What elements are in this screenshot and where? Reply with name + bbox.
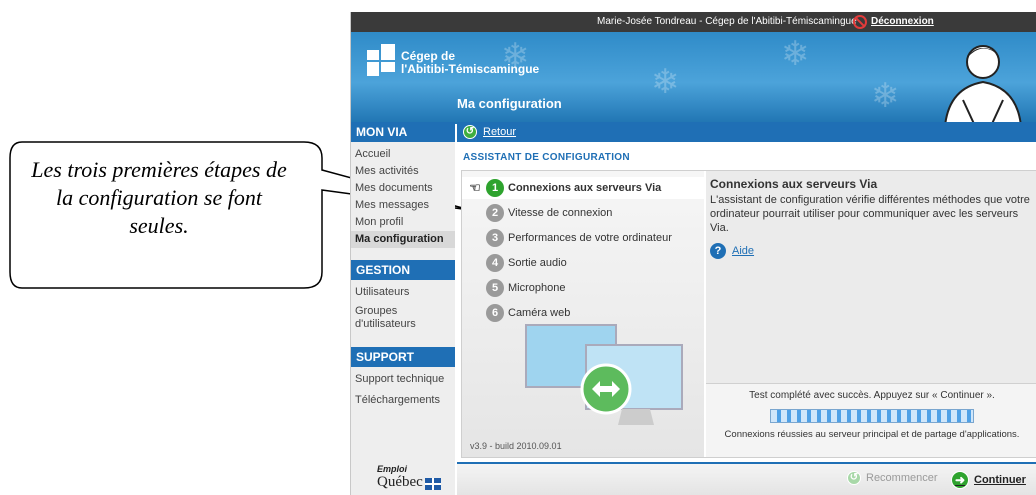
snowflake-icon: ❄ [871,77,900,115]
step-1[interactable]: ☜ 1 Connexions aux serveurs Via [462,177,704,199]
sidebar-item-utilisateurs[interactable]: Utilisateurs [351,284,455,301]
sidebar-item-telechargements[interactable]: Téléchargements [351,392,455,409]
via-app: Marie-Josée Tondreau - Cégep de l'Abitib… [350,12,1036,495]
sidebar-header-gestion: GESTION [351,260,455,280]
back-link[interactable]: Retour [483,122,516,142]
section-title: ASSISTANT DE CONFIGURATION [463,152,630,163]
logout-link[interactable]: Déconnexion [853,12,934,32]
logout-label: Déconnexion [871,16,934,27]
top-bar: Marie-Josée Tondreau - Cégep de l'Abitib… [351,12,1036,32]
step-2[interactable]: 2 Vitesse de connexion [486,202,612,224]
sidebar-item-groupes[interactable]: Groupes [351,305,455,318]
sidebar-item-mon-profil[interactable]: Mon profil [351,214,455,231]
step-label: Connexions aux serveurs Via [508,182,662,194]
sidebar-item-mes-activites[interactable]: Mes activités [351,163,455,180]
configuration-wizard: ☜ 1 Connexions aux serveurs Via 2 Vitess… [461,170,1036,458]
info-description: L'assistant de configuration vérifie dif… [710,194,1030,234]
step-number: 2 [486,204,504,222]
snowflake-icon: ❄ [651,63,680,101]
sidebar-item-mes-documents[interactable]: Mes documents [351,180,455,197]
continue-arrow-icon: ➜ [951,471,969,489]
help-icon: ? [710,243,726,259]
sidebar-item-groupes-line2[interactable]: d'utilisateurs [351,318,455,331]
wizard-steps: ☜ 1 Connexions aux serveurs Via 2 Vitess… [462,171,704,457]
monitors-illustration [525,324,683,425]
progress-bar [770,409,974,423]
step-number: 4 [486,254,504,272]
sidebar: MON VIA Accueil Mes activités Mes docume… [351,122,455,495]
info-title: Connexions aux serveurs Via [710,177,878,191]
step-info-panel: Connexions aux serveurs Via L'assistant … [706,171,1036,383]
sidebar-item-accueil[interactable]: Accueil [351,146,455,163]
restart-button[interactable]: ↺ Recommencer [847,471,938,485]
sidebar-header-mon-via: MON VIA [351,122,455,142]
step-label: Performances de votre ordinateur [508,232,672,244]
quebec-flag-icon [425,477,442,490]
step-label: Microphone [508,282,566,294]
sidebar-item-mes-messages[interactable]: Mes messages [351,197,455,214]
step-4[interactable]: 4 Sortie audio [486,252,567,274]
version-label: v3.9 - build 2010.09.01 [470,441,562,451]
test-status-panel: Test complété avec succès. Appuyez sur «… [706,383,1036,457]
continue-button[interactable]: ➜ Continuer [951,471,1026,489]
sidebar-header-support: SUPPORT [351,347,455,367]
step-3[interactable]: 3 Performances de votre ordinateur [486,227,672,249]
step-number: 1 [486,179,504,197]
help-link[interactable]: ? Aide [710,243,1034,259]
step-label: Vitesse de connexion [508,207,613,219]
wizard-footer: ↺ Recommencer ➜ Continuer [457,462,1036,495]
help-label: Aide [732,245,755,257]
snowflake-icon: ❄ [781,35,810,73]
student-illustration [944,45,1022,124]
cegep-logo: Cégep de l'Abitibi-Témiscamingue [367,44,539,78]
status-message: Test complété avec succès. Appuyez sur «… [749,390,995,401]
user-identity: Marie-Josée Tondreau - Cégep de l'Abitib… [597,16,857,27]
cegep-logo-mark [367,44,395,78]
step-5[interactable]: 5 Microphone [486,277,565,299]
sidebar-item-support-technique[interactable]: Support technique [351,371,455,388]
main-content: ↺ Retour ASSISTANT DE CONFIGURATION ☜ 1 … [457,122,1036,495]
no-entry-icon [853,15,867,29]
step-number: 6 [486,304,504,322]
emploi-quebec-logo: Emploi Québec [377,464,442,491]
back-bar: ↺ Retour [457,122,1036,142]
status-detail: Connexions réussies au serveur principal… [724,429,1020,440]
page-title: Ma configuration [457,96,562,111]
step-label: Sortie audio [508,257,567,269]
logo-line-2: l'Abitibi-Témiscamingue [401,62,540,76]
back-arrow-icon[interactable]: ↺ [463,125,477,139]
header-banner: ❄ ❄ ❄ ❄ Cégep de l'Abitibi-Témiscamingue… [351,32,1036,124]
restart-icon: ↺ [847,471,861,485]
restart-label: Recommencer [866,472,938,484]
continue-label: Continuer [974,474,1026,486]
step-number: 3 [486,229,504,247]
step-number: 5 [486,279,504,297]
pointing-hand-icon: ☜ [469,180,481,195]
sidebar-item-ma-configuration[interactable]: Ma configuration [351,231,455,248]
